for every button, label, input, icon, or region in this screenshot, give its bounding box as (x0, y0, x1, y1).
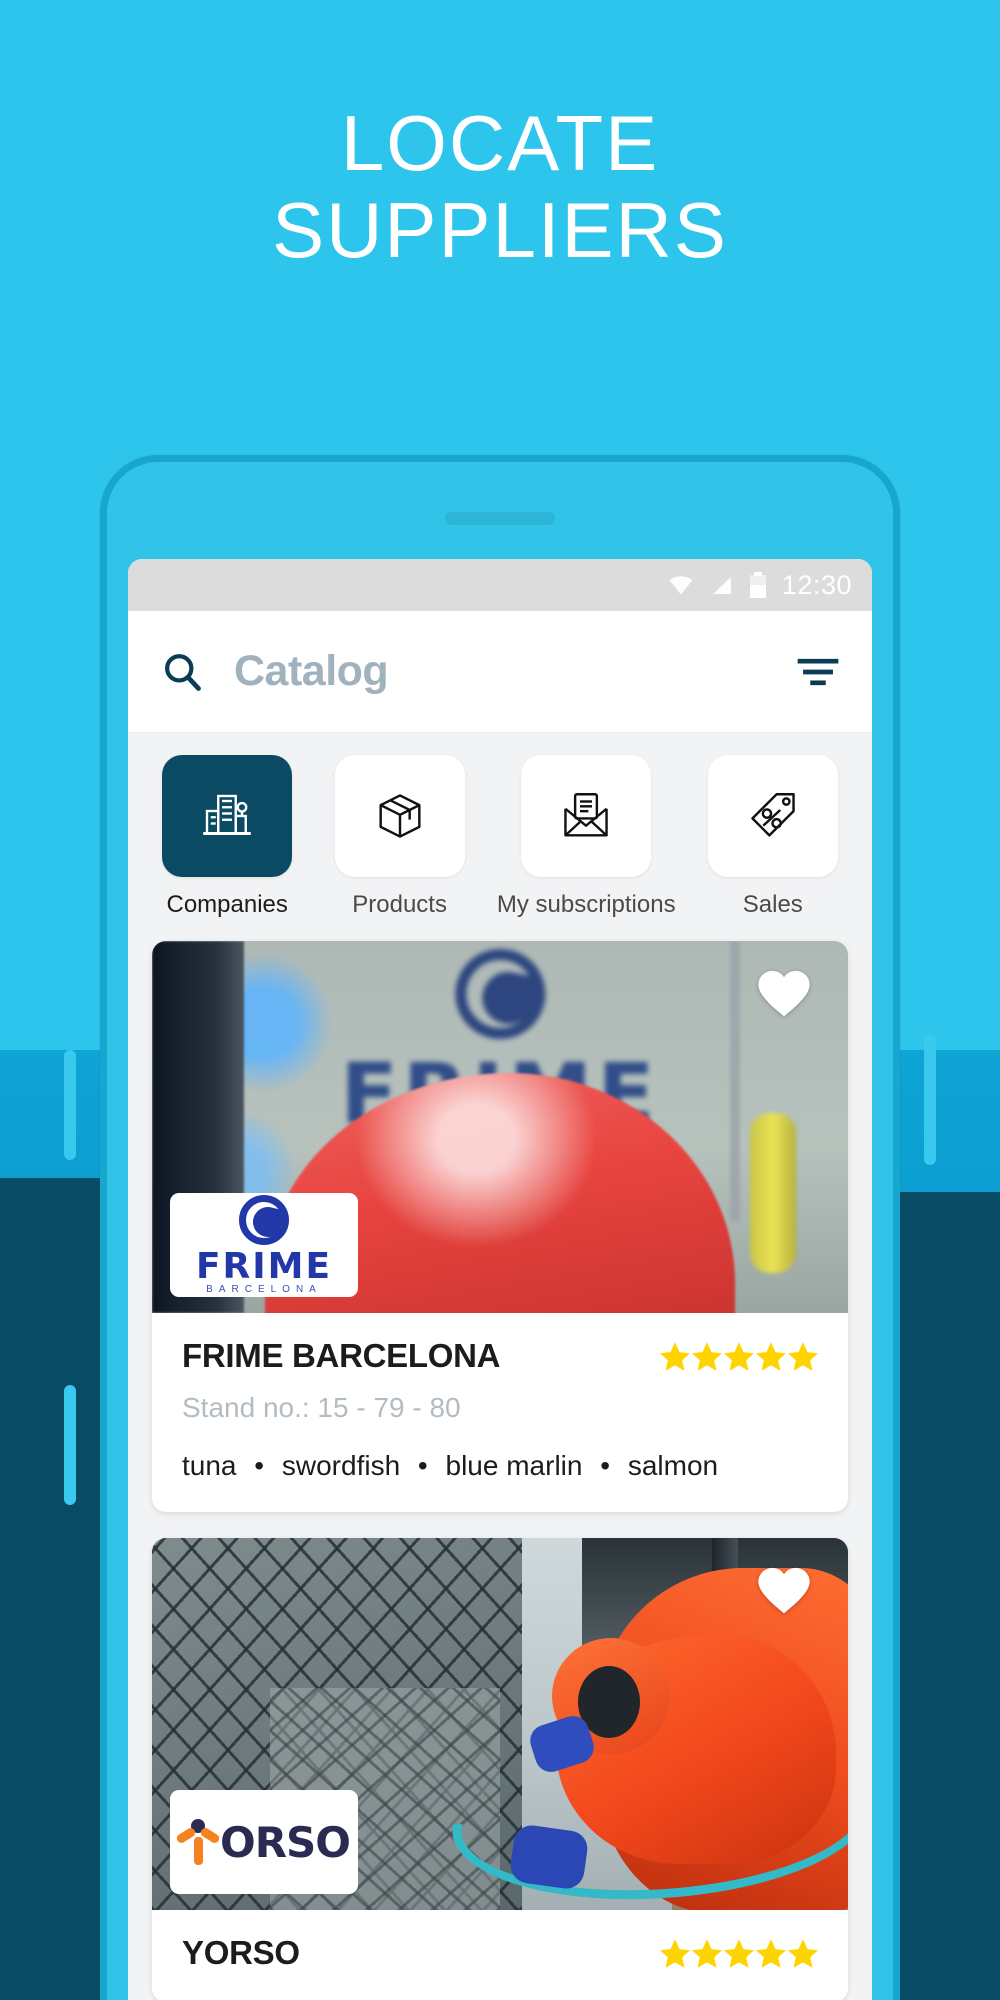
phone-speaker-grill (445, 512, 555, 525)
wifi-icon (669, 576, 693, 595)
app-header: Catalog (128, 611, 872, 733)
tag-separator: • (417, 1450, 428, 1481)
tab-products-icon-box[interactable] (334, 755, 465, 877)
search-input[interactable]: Catalog (234, 647, 796, 696)
company-card-body: FRIME BARCELONA Stand no.: 15 - 79 - 80 … (152, 1313, 848, 1512)
rating-stars (660, 1341, 818, 1371)
star-icon (756, 1938, 786, 1968)
tag-separator: • (600, 1450, 611, 1481)
phone-power-button[interactable] (924, 1035, 936, 1165)
phone-mockup: 12:30 Catalog Companies Products My subs… (100, 455, 900, 2000)
page-title-line-2: SUPPLIERS (272, 186, 728, 275)
status-bar: 12:30 (128, 559, 872, 611)
company-stand-number: Stand no.: 15 - 79 - 80 (182, 1392, 461, 1423)
company-logo-text: FRIME (195, 1246, 333, 1287)
tab-my-subscriptions[interactable]: My subscriptions (497, 755, 676, 919)
filter-icon[interactable] (796, 654, 840, 690)
star-icon (724, 1938, 754, 1968)
company-photo: ORSO (152, 1538, 848, 1910)
company-product-tags: tuna • swordfish • blue marlin • salmon (182, 1450, 818, 1482)
tab-sales-icon-box[interactable] (707, 755, 838, 877)
battery-icon (749, 572, 766, 598)
company-name: FRIME BARCELONA (182, 1337, 501, 1374)
tab-companies-label: Companies (166, 891, 288, 918)
tag-separator: • (254, 1450, 265, 1481)
star-icon (692, 1938, 722, 1968)
tab-my-subscriptions-label: My subscriptions (496, 891, 676, 918)
tab-sales[interactable]: Sales (698, 755, 848, 919)
box-icon (379, 794, 421, 838)
product-tag: salmon (627, 1450, 719, 1481)
company-photo: FRIME BARCELONA FRIME BARCELONA (152, 941, 848, 1313)
star-icon (660, 1341, 690, 1371)
phone-volume-down-button[interactable] (64, 1050, 76, 1160)
company-logo-text: ORSO (220, 1817, 351, 1867)
company-name: YORSO (182, 1934, 300, 1971)
yorso-person-icon (175, 1819, 221, 1865)
company-card[interactable]: ORSO YORSO (152, 1538, 848, 2000)
phone-screen: 12:30 Catalog Companies Products My subs… (128, 559, 872, 2000)
page-title: LOCATE SUPPLIERS (0, 99, 1000, 275)
tab-products[interactable]: Products (324, 755, 474, 919)
envelope-icon (564, 793, 608, 837)
price-tag-icon (751, 793, 795, 837)
star-icon (724, 1341, 754, 1371)
company-card-body: YORSO (152, 1910, 848, 2000)
heart-icon[interactable] (756, 1564, 812, 1616)
tab-sales-label: Sales (742, 891, 803, 918)
star-icon (788, 1341, 818, 1371)
star-icon (660, 1938, 690, 1968)
company-card-list: FRIME BARCELONA FRIME BARCELONA Stand no… (128, 931, 872, 2000)
star-icon (756, 1341, 786, 1371)
search-icon[interactable] (160, 650, 204, 694)
tab-companies-icon-box[interactable] (162, 755, 293, 877)
building-icon (203, 794, 251, 835)
product-tag: tuna (182, 1450, 237, 1481)
company-card[interactable]: FRIME BARCELONA FRIME BARCELONA Stand no… (152, 941, 848, 1512)
company-logo-subtext: BARCELONA (206, 1284, 322, 1295)
tab-companies[interactable]: Companies (152, 755, 302, 919)
company-logo-badge: ORSO (170, 1790, 358, 1894)
product-tag: swordfish (281, 1450, 401, 1481)
heart-icon[interactable] (756, 967, 812, 1019)
page-title-line-1: LOCATE (340, 99, 660, 187)
phone-volume-up-button[interactable] (64, 1385, 76, 1505)
tab-products-label: Products (352, 891, 447, 918)
signal-icon (712, 577, 731, 594)
star-icon (692, 1341, 722, 1371)
company-logo-badge: FRIME BARCELONA (170, 1193, 358, 1297)
rating-stars (660, 1938, 818, 1968)
category-tabs: Companies Products My subscriptions Sale… (128, 733, 872, 931)
status-bar-clock: 12:30 (781, 569, 852, 600)
product-tag: blue marlin (445, 1450, 583, 1481)
tab-my-subscriptions-icon-box[interactable] (521, 755, 652, 877)
star-icon (788, 1938, 818, 1968)
